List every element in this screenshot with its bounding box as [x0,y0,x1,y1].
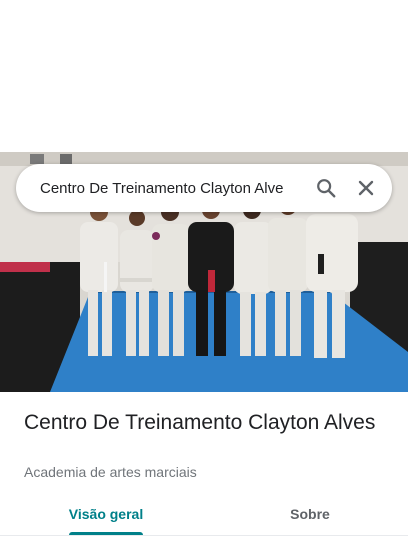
wall-frame [60,154,72,164]
tab-bar: Visão geral Sobre [0,496,408,536]
tab-about-label: Sobre [290,506,330,522]
tab-overview-label: Visão geral [68,506,144,522]
red-banner [0,262,50,272]
search-bar[interactable]: Centro De Treinamento Clayton Alve [16,164,392,212]
place-category: Academia de artes marciais [24,464,197,480]
tab-overview[interactable]: Visão geral [0,496,212,532]
place-name: Centro De Treinamento Clayton Alves [24,411,376,434]
tabs-divider [0,535,408,536]
close-icon[interactable] [352,174,380,202]
tab-about[interactable]: Sobre [212,496,408,532]
wall-frame [30,154,44,164]
search-icon[interactable] [312,174,340,202]
blank-header-area [0,0,408,152]
search-input[interactable]: Centro De Treinamento Clayton Alve [40,180,300,197]
